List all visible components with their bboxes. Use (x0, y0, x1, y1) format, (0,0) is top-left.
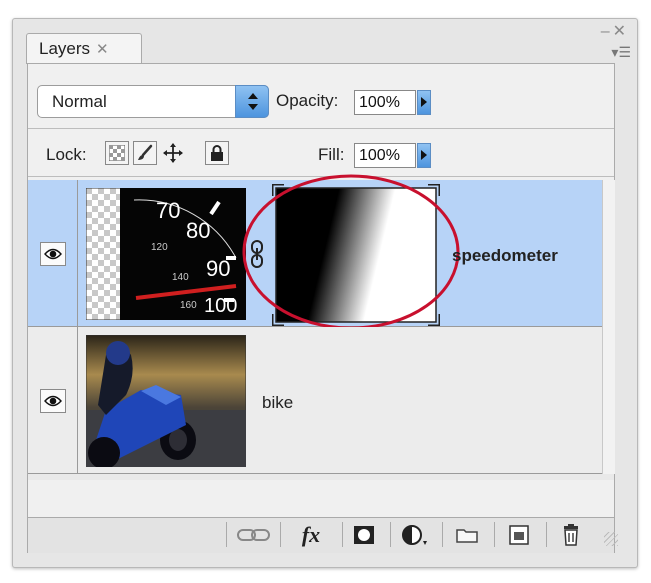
divider (390, 522, 391, 547)
layer-list: 70 80 90 100 120 140 160 speedometer bik… (28, 174, 614, 480)
lock-label: Lock: (46, 145, 87, 164)
move-arrows-icon (163, 143, 183, 163)
tab-layers[interactable]: Layers ✕ (26, 33, 142, 64)
fill-input[interactable]: 100% (354, 143, 416, 168)
mask-highlight-circle (242, 174, 460, 330)
divider (546, 522, 547, 547)
fx-icon[interactable]: fx (286, 521, 336, 548)
visibility-eye-icon[interactable] (40, 242, 66, 266)
gauge-label-70: 70 (156, 198, 180, 223)
lock-all-button[interactable] (205, 141, 229, 165)
blend-mode-select[interactable]: Normal (37, 85, 269, 118)
brush-icon (138, 144, 153, 160)
new-group-icon[interactable] (450, 521, 484, 548)
opacity-input[interactable]: 100% (354, 90, 416, 115)
tab-layers-label: Layers (39, 39, 91, 58)
visibility-eye-icon[interactable] (40, 389, 66, 413)
padlock-icon (211, 145, 223, 161)
gauge-label-80: 80 (186, 218, 210, 243)
add-mask-icon[interactable] (348, 521, 380, 548)
opacity-flyout-arrow-icon[interactable] (417, 90, 431, 115)
tab-close-icon[interactable]: ✕ (96, 40, 109, 58)
gauge-label-100: 100 (204, 295, 237, 317)
layer-name-speedometer[interactable]: speedometer (452, 246, 558, 266)
divider (226, 522, 227, 547)
resize-grip-icon[interactable] (604, 532, 618, 546)
layer-name-bike[interactable]: bike (262, 393, 293, 413)
lock-image-pixels-button[interactable] (133, 141, 157, 165)
select-arrows-icon[interactable] (235, 85, 269, 118)
lock-transparent-pixels-button[interactable] (105, 141, 129, 165)
checkerboard-icon (109, 145, 125, 161)
panel-menu-icon[interactable]: ▾☰ (611, 44, 631, 61)
layer-thumbnail-bike[interactable] (86, 335, 246, 467)
new-layer-icon[interactable] (502, 521, 536, 548)
divider (28, 128, 614, 129)
fill-flyout-arrow-icon[interactable] (417, 143, 431, 168)
divider (280, 522, 281, 547)
blend-mode-value: Normal (52, 92, 107, 111)
divider (442, 522, 443, 547)
fill-label: Fill: (318, 145, 345, 164)
gauge-label-160: 160 (180, 300, 197, 311)
layer-thumbnail-speedometer[interactable]: 70 80 90 100 120 140 160 (86, 188, 246, 320)
visibility-cell (28, 327, 78, 473)
window-controls[interactable]: –✕ (601, 21, 629, 41)
layer-row-speedometer[interactable]: 70 80 90 100 120 140 160 speedometer (28, 174, 602, 330)
trash-icon[interactable] (554, 521, 588, 548)
opacity-label: Opacity: (276, 91, 339, 110)
link-layers-icon[interactable] (232, 521, 276, 548)
divider (494, 522, 495, 547)
adjustment-layer-icon[interactable] (396, 521, 436, 548)
visibility-cell (28, 180, 78, 326)
lock-position-button[interactable] (161, 141, 185, 165)
gauge-label-90: 90 (206, 256, 230, 281)
gauge-label-140: 140 (172, 272, 189, 283)
gauge-label-120: 120 (151, 242, 168, 253)
layer-list-scrollbar[interactable] (602, 180, 615, 474)
divider (342, 522, 343, 547)
layer-row-bike[interactable]: bike (28, 327, 602, 474)
